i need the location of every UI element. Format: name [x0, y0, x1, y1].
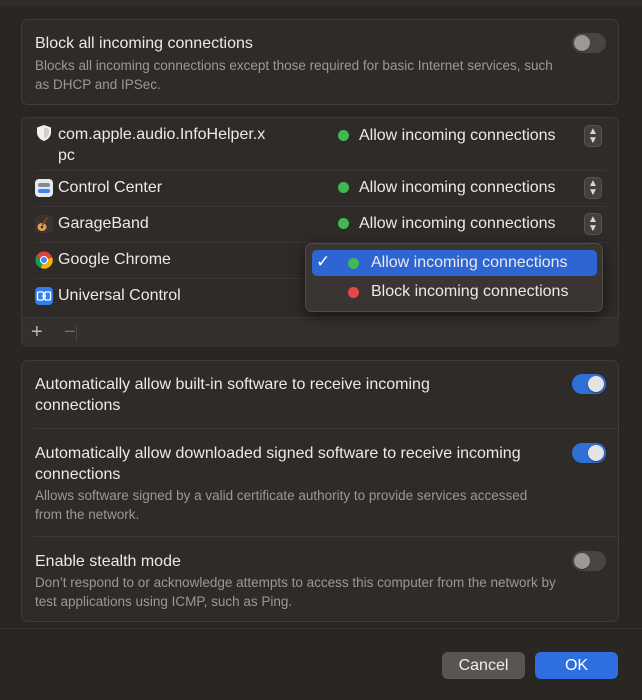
- menu-item-label: Allow incoming connections: [371, 254, 568, 271]
- shield-icon: [37, 125, 51, 141]
- menu-item-block[interactable]: Block incoming connections: [312, 279, 597, 305]
- status-popup-chevrons-icon[interactable]: ▲ ▼: [584, 213, 602, 235]
- stealth-setting-title: Enable stealth mode: [35, 553, 181, 570]
- app-name: Control Center: [58, 179, 163, 196]
- app-name: GarageBand: [58, 215, 149, 232]
- footer-divider: [76, 325, 77, 341]
- allow-status-dot: [338, 218, 349, 229]
- toggle-knob: [588, 376, 604, 392]
- status-popup-chevrons-icon[interactable]: ▲ ▼: [584, 177, 602, 199]
- menu-item-label: Block incoming connections: [371, 283, 569, 300]
- app-row[interactable]: GarageBand Allow incoming connections ▲ ▼: [22, 207, 619, 243]
- app-name: Google Chrome: [58, 251, 171, 268]
- block-all-description: Blocks all incoming connections except t…: [35, 58, 553, 92]
- stealth-mode-toggle[interactable]: [572, 551, 606, 571]
- toggle-glyph: [38, 189, 50, 193]
- settings-panel: Automatically allow built-in software to…: [21, 360, 619, 622]
- status-popup-chevrons-icon[interactable]: ▲ ▼: [584, 125, 602, 147]
- window-top-edge: [0, 0, 642, 6]
- garageband-icon: [35, 215, 53, 233]
- block-status-dot: [348, 287, 359, 298]
- allow-status-dot: [348, 258, 359, 269]
- app-status-label: Allow incoming connections: [359, 215, 556, 232]
- app-row[interactable]: Control Center Allow incoming connection…: [22, 171, 619, 207]
- toggle-knob: [574, 553, 590, 569]
- app-status-label: Allow incoming connections: [359, 179, 556, 196]
- cancel-button[interactable]: Cancel: [442, 652, 525, 679]
- control-center-icon: [35, 179, 53, 197]
- list-footer: + −: [22, 317, 619, 347]
- footer-divider: [0, 628, 642, 629]
- remove-app-button[interactable]: −: [64, 321, 76, 343]
- stealth-setting-description: Don’t respond to or acknowledge attempts…: [35, 575, 556, 609]
- block-all-toggle[interactable]: [572, 33, 606, 53]
- signed-setting-description: Allows software signed by a valid certif…: [35, 488, 528, 522]
- toggle-knob: [574, 35, 590, 51]
- ok-button[interactable]: OK: [535, 652, 618, 679]
- settings-divider: [34, 536, 617, 537]
- add-app-button[interactable]: +: [31, 321, 43, 343]
- app-row[interactable]: com.apple.audio.InfoHelper.x pc Allow in…: [22, 118, 619, 171]
- builtin-setting-title: Automatically allow built-in software to…: [35, 376, 430, 414]
- checkmark-icon: ✓: [316, 252, 331, 271]
- chrome-icon: [35, 251, 53, 269]
- app-status-label: Allow incoming connections: [359, 127, 556, 144]
- signed-setting-title: Automatically allow downloaded signed so…: [35, 445, 521, 483]
- settings-divider: [34, 428, 617, 429]
- allow-status-dot: [338, 182, 349, 193]
- builtin-software-toggle[interactable]: [572, 374, 606, 394]
- block-all-title: Block all incoming connections: [35, 35, 253, 52]
- toggle-glyph: [38, 183, 50, 187]
- app-name: com.apple.audio.InfoHelper.x pc: [58, 126, 266, 164]
- allow-status-dot: [338, 130, 349, 141]
- signed-software-toggle[interactable]: [572, 443, 606, 463]
- toggle-knob: [588, 445, 604, 461]
- app-list-panel: com.apple.audio.InfoHelper.x pc Allow in…: [21, 117, 619, 347]
- connection-status-menu: ✓ Allow incoming connections Block incom…: [305, 243, 603, 312]
- block-all-panel: Block all incoming connections Blocks al…: [21, 19, 619, 105]
- menu-item-allow[interactable]: ✓ Allow incoming connections: [312, 250, 597, 276]
- universal-control-icon: [35, 287, 53, 305]
- app-name: Universal Control: [58, 287, 181, 304]
